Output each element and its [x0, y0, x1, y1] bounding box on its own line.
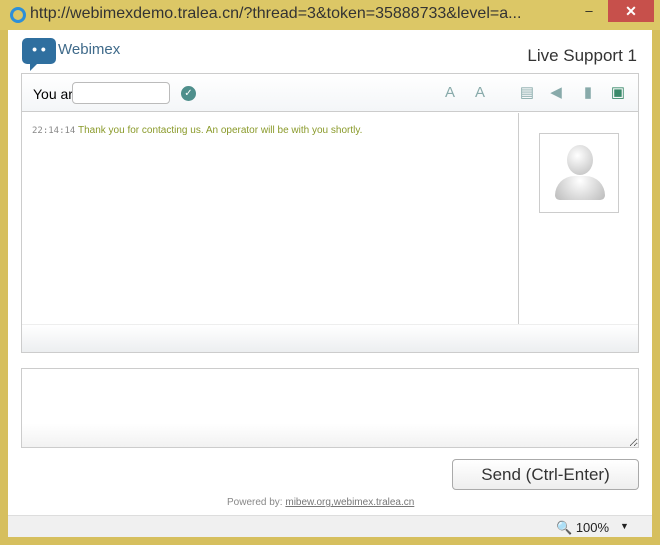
window-titlebar: http://webimexdemo.tralea.cn/?thread=3&t… [0, 0, 660, 30]
refresh-icon[interactable]: ▮ [578, 83, 598, 103]
chat-toolbar: You are ✓ A A ▤ ◀ ▮ ▣ [22, 74, 638, 112]
message-item: 22:14:14 Thank you for contacting us. An… [32, 125, 508, 136]
chat-panel: You are ✓ A A ▤ ◀ ▮ ▣ 22:14:14 Thank you… [21, 73, 639, 353]
brand-name: Webimex [58, 41, 121, 58]
name-input[interactable] [72, 82, 170, 104]
maximize-button[interactable] [583, 0, 611, 22]
powered-links[interactable]: mibew.org,webimex.tralea.cn [285, 497, 414, 508]
message-time: 22:14:14 [32, 126, 76, 136]
close-chat-icon[interactable]: ▣ [608, 83, 628, 103]
page-content: • • Webimex Live Support 1 You are ✓ A A… [8, 30, 652, 515]
message-input[interactable] [21, 368, 639, 448]
operator-avatar [539, 133, 619, 213]
avatar-head-icon [567, 145, 593, 175]
window-title: http://webimexdemo.tralea.cn/?thread=3&t… [30, 5, 522, 22]
font-increase-icon[interactable]: A [470, 83, 490, 103]
avatar-body-icon [555, 176, 605, 200]
close-button[interactable]: ✕ [608, 0, 654, 22]
confirm-name-icon[interactable]: ✓ [181, 86, 196, 101]
zoom-value: 100% [575, 520, 610, 535]
zoom-level[interactable]: 🔍 100% [556, 520, 609, 536]
powered-by: Powered by: mibew.org,webimex.tralea.cn [227, 497, 414, 508]
sound-icon[interactable]: ◀ [546, 83, 566, 103]
font-decrease-icon[interactable]: A [440, 83, 460, 103]
operator-panel [518, 113, 638, 326]
message-list: 22:14:14 Thank you for contacting us. An… [22, 113, 518, 326]
support-title: Live Support 1 [527, 46, 637, 65]
zoom-dropdown-icon[interactable]: ▼ [620, 521, 629, 531]
powered-label: Powered by: [227, 497, 283, 508]
chat-footer [22, 324, 638, 352]
message-text: Thank you for contacting us. An operator… [77, 125, 363, 136]
history-icon[interactable]: ▤ [517, 83, 537, 103]
status-bar: 🔍 100% ▼ [8, 515, 652, 537]
logo-icon: • • [22, 38, 56, 71]
send-button[interactable]: Send (Ctrl-Enter) [452, 459, 639, 490]
browser-icon [10, 7, 26, 23]
